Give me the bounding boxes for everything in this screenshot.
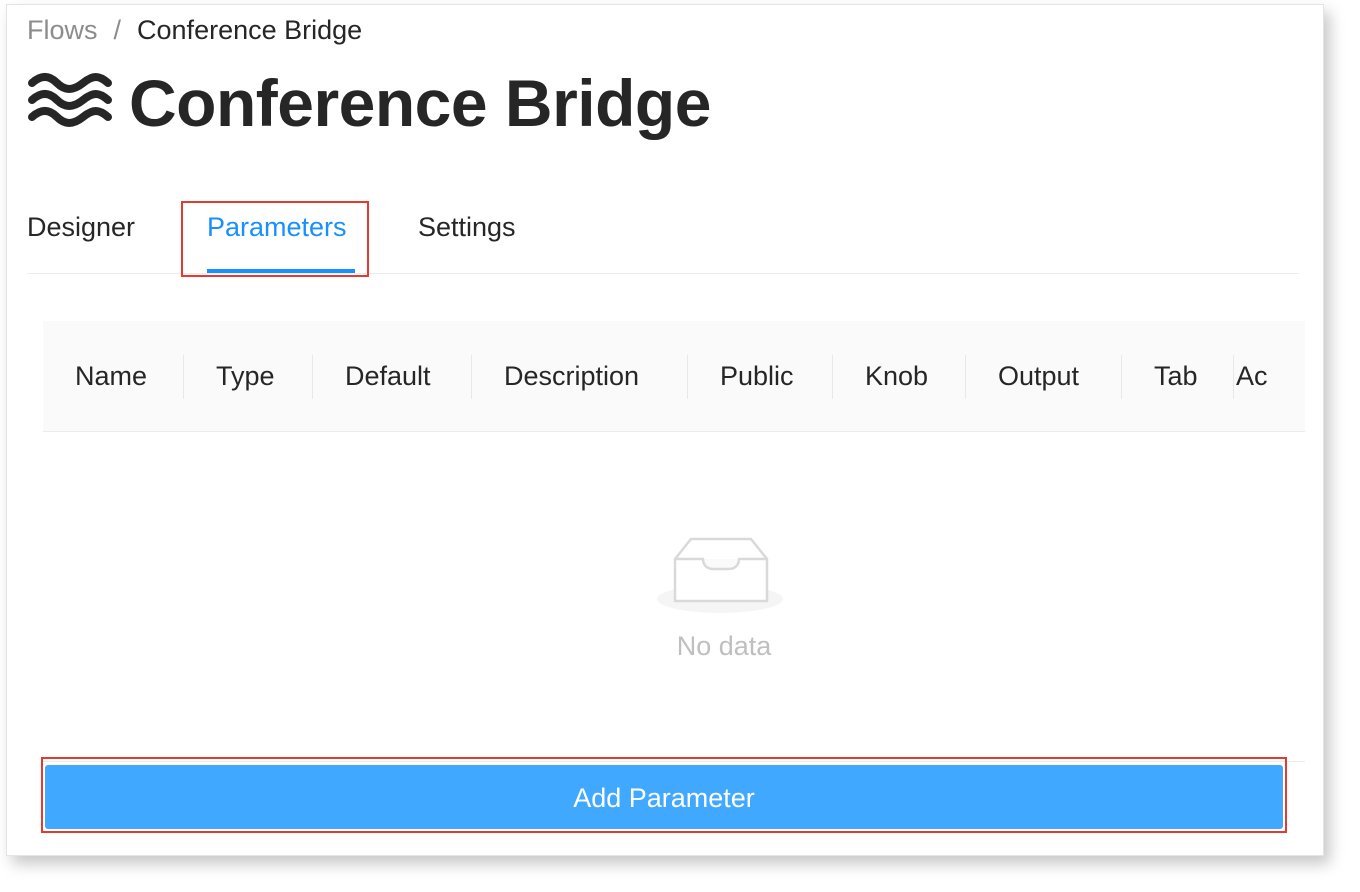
column-divider bbox=[965, 355, 966, 399]
breadcrumb-current: Conference Bridge bbox=[137, 15, 363, 45]
column-divider bbox=[312, 355, 313, 399]
column-header-knob[interactable]: Knob bbox=[865, 357, 928, 395]
column-header-output[interactable]: Output bbox=[998, 357, 1079, 395]
inbox-icon bbox=[657, 537, 783, 613]
column-divider bbox=[1121, 355, 1122, 399]
column-header-type[interactable]: Type bbox=[216, 357, 275, 395]
column-divider bbox=[1233, 355, 1234, 399]
page-title: Conference Bridge bbox=[129, 66, 711, 140]
tab-settings[interactable]: Settings bbox=[418, 207, 516, 247]
breadcrumb-separator: / bbox=[113, 15, 122, 45]
column-divider bbox=[183, 355, 184, 399]
flow-page-card: Flows / Conference Bridge Conference Bri… bbox=[6, 4, 1324, 856]
table-header: Name Type Default Description Public Kno… bbox=[43, 321, 1305, 432]
tab-designer[interactable]: Designer bbox=[27, 207, 135, 247]
column-divider bbox=[471, 355, 472, 399]
column-header-actions[interactable]: Ac bbox=[1236, 357, 1305, 395]
parameters-table: Name Type Default Description Public Kno… bbox=[43, 321, 1305, 762]
column-divider bbox=[832, 355, 833, 399]
waves-icon bbox=[28, 73, 112, 127]
column-header-name[interactable]: Name bbox=[75, 357, 147, 395]
empty-state: No data bbox=[43, 431, 1305, 762]
breadcrumb-link-flows[interactable]: Flows bbox=[27, 13, 98, 47]
column-header-tab[interactable]: Tab bbox=[1154, 357, 1198, 395]
page-header: Conference Bridge bbox=[27, 63, 711, 143]
breadcrumb: Flows / Conference Bridge bbox=[27, 13, 362, 47]
column-header-default[interactable]: Default bbox=[345, 357, 431, 395]
column-header-description[interactable]: Description bbox=[504, 357, 639, 395]
button-highlight-box bbox=[41, 757, 1287, 833]
column-divider bbox=[687, 355, 688, 399]
empty-state-text: No data bbox=[676, 631, 772, 661]
column-header-public[interactable]: Public bbox=[720, 357, 794, 395]
tab-highlight-box bbox=[181, 201, 369, 277]
